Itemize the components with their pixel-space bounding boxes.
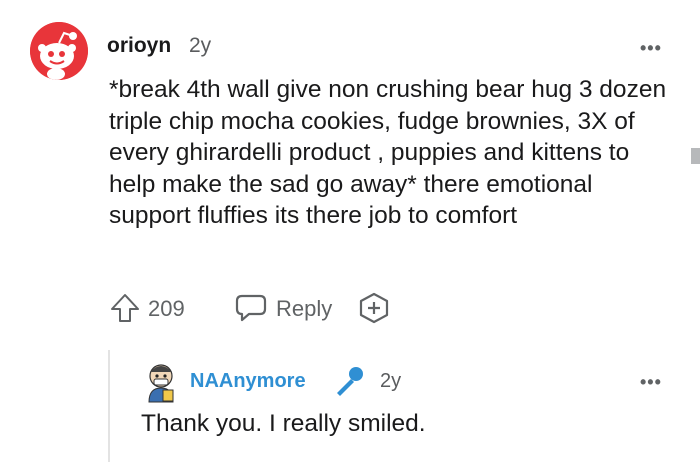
reply-button[interactable] (234, 292, 268, 324)
thread-line[interactable] (108, 350, 110, 462)
scrollbar-thumb[interactable] (691, 148, 700, 164)
reddit-snoo-avatar-icon (30, 22, 88, 80)
add-award-button[interactable] (357, 292, 391, 324)
add-award-icon (359, 292, 389, 324)
reply-label[interactable]: Reply (276, 296, 332, 322)
microphone-icon (331, 365, 365, 399)
upvote-icon (111, 294, 139, 322)
reply-icon (235, 294, 267, 322)
comment-body: *break 4th wall give non crushing bear h… (109, 76, 667, 229)
vote-count: 209 (148, 296, 185, 321)
user-avatar[interactable] (30, 22, 88, 80)
more-options-icon[interactable]: ••• (640, 38, 662, 59)
reply-age: 2y (380, 370, 402, 392)
comment-age: 2y (189, 34, 212, 57)
more-options-icon[interactable]: ••• (640, 372, 662, 393)
reply-user-avatar[interactable] (140, 362, 182, 404)
reply-username[interactable]: NAAnymore (190, 370, 306, 393)
reply-body: Thank you. I really smiled. (141, 410, 426, 437)
comment-username[interactable]: orioyn (107, 34, 171, 58)
upvote-button[interactable] (109, 292, 141, 324)
user-avatar-icon (148, 364, 174, 403)
